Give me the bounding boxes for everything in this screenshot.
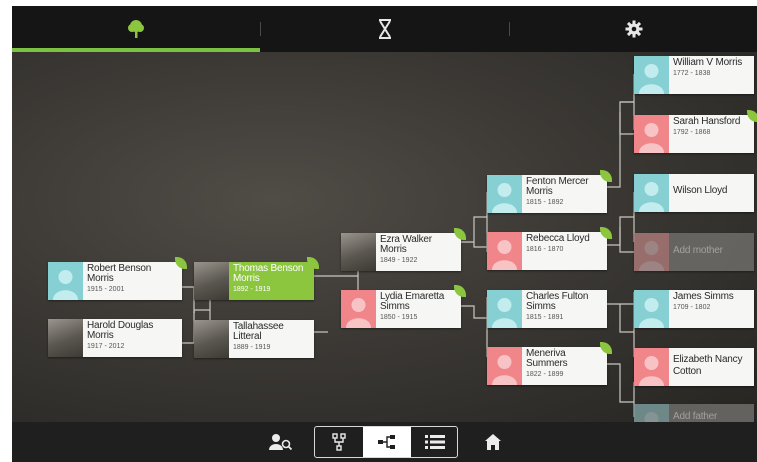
tree-view-button[interactable] <box>363 427 411 457</box>
male-avatar-icon <box>634 56 669 94</box>
person-dates: 1822 - 1899 <box>526 371 564 378</box>
person-card-wilson[interactable]: Wilson Lloyd <box>634 174 754 212</box>
male-avatar-icon <box>48 262 83 300</box>
person-card-fenton[interactable]: Fenton Mercer Morris 1815 - 1892 <box>487 170 612 213</box>
person-card-elizabeth[interactable]: Elizabeth Nancy Cotton <box>634 348 754 386</box>
person-search-icon <box>269 434 293 451</box>
person-dates: 1889 - 1919 <box>233 344 271 351</box>
person-dates: 1850 - 1915 <box>380 314 418 321</box>
person-name: Fenton Mercer Morris <box>526 176 589 197</box>
person-photo <box>48 319 83 357</box>
person-dates: 1709 - 1802 <box>673 304 711 311</box>
pedigree-view-button[interactable] <box>315 427 363 457</box>
person-name: Tallahassee Litteral <box>233 321 284 342</box>
bottom-toolbar <box>12 422 757 462</box>
add-mother-label: Add mother <box>673 245 723 256</box>
person-name: Rebecca Lloyd <box>526 233 590 244</box>
person-photo <box>341 233 376 271</box>
female-avatar-icon <box>634 233 669 271</box>
person-search-button[interactable] <box>264 426 298 458</box>
tab-tree[interactable] <box>12 6 260 52</box>
female-avatar-icon <box>634 115 669 153</box>
person-card-lydia[interactable]: Lydia Emaretta Simms 1850 - 1915 <box>341 285 466 328</box>
person-photo <box>194 320 229 358</box>
add-father-label: Add father <box>673 411 718 422</box>
person-dates: 1816 - 1870 <box>526 246 564 253</box>
person-card-james[interactable]: James Simms 1709 - 1802 <box>634 290 754 328</box>
tab-settings[interactable] <box>510 6 757 52</box>
female-avatar-icon <box>487 232 522 270</box>
person-name: Harold Douglas Morris <box>87 320 154 341</box>
person-dates: 1772 - 1838 <box>673 70 711 77</box>
home-button[interactable] <box>478 426 508 458</box>
tab-timeline[interactable] <box>261 6 509 52</box>
person-card-william[interactable]: William V Morris 1772 - 1838 <box>634 56 754 94</box>
male-avatar-icon <box>634 174 669 212</box>
person-dates: 1815 - 1892 <box>526 199 564 206</box>
male-avatar-icon <box>634 290 669 328</box>
gear-icon <box>625 20 642 38</box>
family-tree-canvas[interactable]: Robert Benson Morris 1915 - 2001 Harold … <box>12 52 757 442</box>
person-name: Lydia Emaretta Simms <box>380 291 445 312</box>
person-name: Meneriva Summers <box>526 348 568 369</box>
person-dates: 1917 - 2012 <box>87 343 125 350</box>
view-mode-toggle <box>314 426 458 458</box>
person-dates: 1815 - 1891 <box>526 314 564 321</box>
person-card-sarah[interactable]: Sarah Hansford 1792 - 1868 <box>634 110 757 153</box>
person-card-thomas[interactable]: Thomas Benson Morris 1892 - 1919 <box>194 257 319 300</box>
male-avatar-icon <box>487 290 522 328</box>
home-icon <box>485 434 501 450</box>
person-name: William V Morris <box>673 57 743 68</box>
list-view-button[interactable] <box>411 427 459 457</box>
person-name: Charles Fulton Simms <box>526 291 589 312</box>
person-card-robert[interactable]: Robert Benson Morris 1915 - 2001 <box>48 257 187 300</box>
app-frame: Robert Benson Morris 1915 - 2001 Harold … <box>12 6 757 462</box>
person-card-charles[interactable]: Charles Fulton Simms 1815 - 1891 <box>487 290 607 328</box>
person-card-meneriva[interactable]: Meneriva Summers 1822 - 1899 <box>487 342 612 385</box>
female-avatar-icon <box>634 348 669 386</box>
female-avatar-icon <box>487 347 522 385</box>
person-dates: 1849 - 1922 <box>380 257 418 264</box>
person-photo <box>194 262 229 300</box>
person-name: Thomas Benson Morris <box>233 263 304 284</box>
person-card-ezra[interactable]: Ezra Walker Morris 1849 - 1922 <box>341 228 466 271</box>
leaf-hint-icon[interactable] <box>747 110 757 122</box>
tree-view-icon <box>378 435 395 449</box>
male-avatar-icon <box>487 175 522 213</box>
person-name: Elizabeth Nancy Cotton <box>673 354 743 377</box>
hourglass-icon <box>379 19 391 39</box>
person-dates: 1915 - 2001 <box>87 286 125 293</box>
person-dates: 1792 - 1868 <box>673 129 711 136</box>
person-name: Wilson Lloyd <box>673 185 728 196</box>
person-dates: 1892 - 1919 <box>233 286 271 293</box>
list-view-icon <box>425 435 445 449</box>
person-card-tallahassee[interactable]: Tallahassee Litteral 1889 - 1919 <box>194 320 314 358</box>
person-name: James Simms <box>673 291 734 302</box>
person-card-rebecca[interactable]: Rebecca Lloyd 1816 - 1870 <box>487 227 612 270</box>
female-avatar-icon <box>341 290 376 328</box>
person-card-harold[interactable]: Harold Douglas Morris 1917 - 2012 <box>48 319 182 357</box>
person-name: Sarah Hansford <box>673 116 741 127</box>
tree-icon <box>128 20 144 38</box>
person-name: Ezra Walker Morris <box>380 234 432 255</box>
top-tab-bar <box>12 6 757 52</box>
pedigree-view-icon <box>332 433 346 451</box>
person-name: Robert Benson Morris <box>87 263 152 284</box>
add-mother-card[interactable]: Add mother <box>634 233 754 271</box>
